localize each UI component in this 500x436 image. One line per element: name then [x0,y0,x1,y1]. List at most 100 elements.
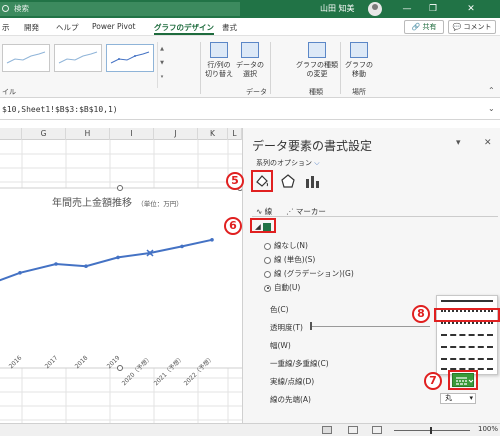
gallery-more-icon: ▾ [160,74,164,80]
page-layout-view-icon[interactable] [348,426,358,434]
select-data-button[interactable]: データの 選択 [236,42,264,79]
search-icon [2,5,9,12]
chevron-down-icon: ⌵ [314,159,320,167]
ribbon-separator [200,42,201,94]
search-box[interactable]: 検索 [0,2,240,16]
chart-title[interactable]: 年間売上金額推移 [52,196,132,209]
column-header-g[interactable]: G [22,128,66,140]
move-chart-button[interactable]: グラフの 移動 [344,42,374,79]
data-point[interactable] [180,244,184,249]
prop-dash-type: 実線/点線(D) [270,377,315,386]
tab-chart-design[interactable]: グラフのデザイン [154,22,214,35]
prop-compound-type: 一重線/多重線(C) [270,359,329,368]
data-point[interactable] [54,262,58,266]
radio-automatic[interactable]: 自動(U) [264,282,300,293]
switch-row-column-icon [210,42,228,58]
cap-type-select[interactable]: 丸 ▾ [440,393,476,404]
chart-unit: （単位：万円） [137,199,183,208]
share-button[interactable]: 🔗 共有 [404,20,444,34]
style-gallery-scroll[interactable]: ▲ ▼ ▾ [157,42,166,88]
column-header-i[interactable]: I [110,128,154,140]
avatar[interactable] [368,2,382,16]
prop-transparency: 透明度(T) [270,323,303,332]
formula-bar[interactable]: $10,Sheet1!$B$3:$B$10,1) ⌄ [0,100,500,120]
expand-formula-icon[interactable]: ⌄ [488,104,495,113]
collapse-ribbon-icon[interactable]: ⌃ [488,86,495,95]
status-bar: 100% [0,423,500,436]
pane-close-icon[interactable]: ✕ [484,138,492,148]
chevron-down-icon: ▾ [469,394,473,402]
dash-option-square-dot[interactable] [441,322,493,324]
search-label: 検索 [14,4,29,13]
tab-view[interactable]: 示 [2,22,10,33]
dash-option-long-dash[interactable] [441,358,493,360]
resize-handle-bottom[interactable] [117,365,123,371]
chart-style-3[interactable] [106,44,154,72]
step-badge-7: 7 [424,372,442,390]
prop-cap-type: 線の先端(A) [270,395,311,404]
line-chart[interactable]: 年間売上金額推移 （単位：万円） 2016 2017 2018 2019 2020（予想… [0,140,242,423]
column-header-l[interactable]: L [228,128,242,140]
series-options-dropdown[interactable]: 系列のオプション ⌵ [256,158,320,168]
step-badge-8: 8 [412,305,430,323]
tab-format[interactable]: 書式 [222,22,237,33]
dash-option-solid[interactable] [441,300,493,302]
prop-width: 幅(W) [270,341,291,350]
zoom-slider[interactable] [394,430,470,431]
radio-button-selected [264,284,271,292]
effects-tab[interactable] [280,173,296,189]
comments-button[interactable]: 💬 コメント [448,20,496,34]
minimize-button[interactable]: — [394,1,420,17]
zoom-level[interactable]: 100% [478,425,498,433]
series-options-tab[interactable] [304,173,320,189]
subtab-line-label: 線 [264,207,273,216]
pane-options-icon[interactable]: ▾ [456,138,461,148]
radio-button [264,242,271,250]
restore-button[interactable]: ❐ [420,1,446,17]
radio-button [264,256,271,264]
pentagon-icon [281,174,295,188]
normal-view-icon[interactable] [322,426,332,434]
change-chart-type-label: グラフの種類 の変更 [296,61,338,78]
bar-chart-icon [306,176,319,188]
tab-help[interactable]: ヘルプ [56,22,79,33]
chart-style-1[interactable] [2,44,50,72]
tab-developer[interactable]: 開発 [24,22,39,33]
column-header-h[interactable]: H [66,128,110,140]
cap-type-value: 丸 [445,394,452,402]
chart-style-2[interactable] [54,44,102,72]
plot-background [0,188,242,368]
dash-type-dropdown [436,295,498,375]
radio-solid-line[interactable]: 線 (単色)(S) [264,254,315,265]
radio-solid-line-label: 線 (単色)(S) [274,255,316,264]
change-chart-type-button[interactable]: グラフの種類 の変更 [296,42,338,79]
data-point[interactable] [18,271,22,275]
pane-divider [252,216,498,217]
ribbon-separator [270,42,271,94]
chart-area[interactable]: 年間売上金額推移 （単位：万円） 2016 2017 2018 2019 2020（予想… [0,140,242,423]
close-button[interactable]: ✕ [458,1,484,17]
dash-option-dash[interactable] [441,334,493,336]
radio-no-line-label: 線なし(N) [274,241,308,250]
transparency-slider-thumb[interactable] [310,322,312,330]
page-break-view-icon[interactable] [372,426,382,434]
formula-text: $10,Sheet1!$B$3:$B$10,1) [2,105,118,114]
column-header-j[interactable]: J [154,128,198,140]
switch-row-column-button[interactable]: 行/列の 切り替え [204,42,234,79]
type-group-label: 種類 [309,88,323,96]
location-group-label: 場所 [352,88,366,96]
scroll-up-icon: ▲ [160,46,164,52]
radio-gradient-line[interactable]: 線 (グラデーション)(G) [264,268,354,279]
column-header-k[interactable]: K [198,128,228,140]
transparency-slider[interactable] [310,326,430,327]
data-point[interactable] [84,264,88,268]
tab-power-pivot[interactable]: Power Pivot [92,22,135,31]
data-point[interactable] [116,255,120,260]
resize-handle-top[interactable] [117,185,123,191]
data-point[interactable] [210,238,214,242]
zoom-slider-thumb[interactable] [430,427,432,434]
radio-no-line[interactable]: 線なし(N) [264,240,308,251]
column-headers: G H I J K L [0,128,242,140]
dash-option-dash-dot[interactable] [441,346,493,348]
radio-automatic-label: 自動(U) [274,283,301,292]
